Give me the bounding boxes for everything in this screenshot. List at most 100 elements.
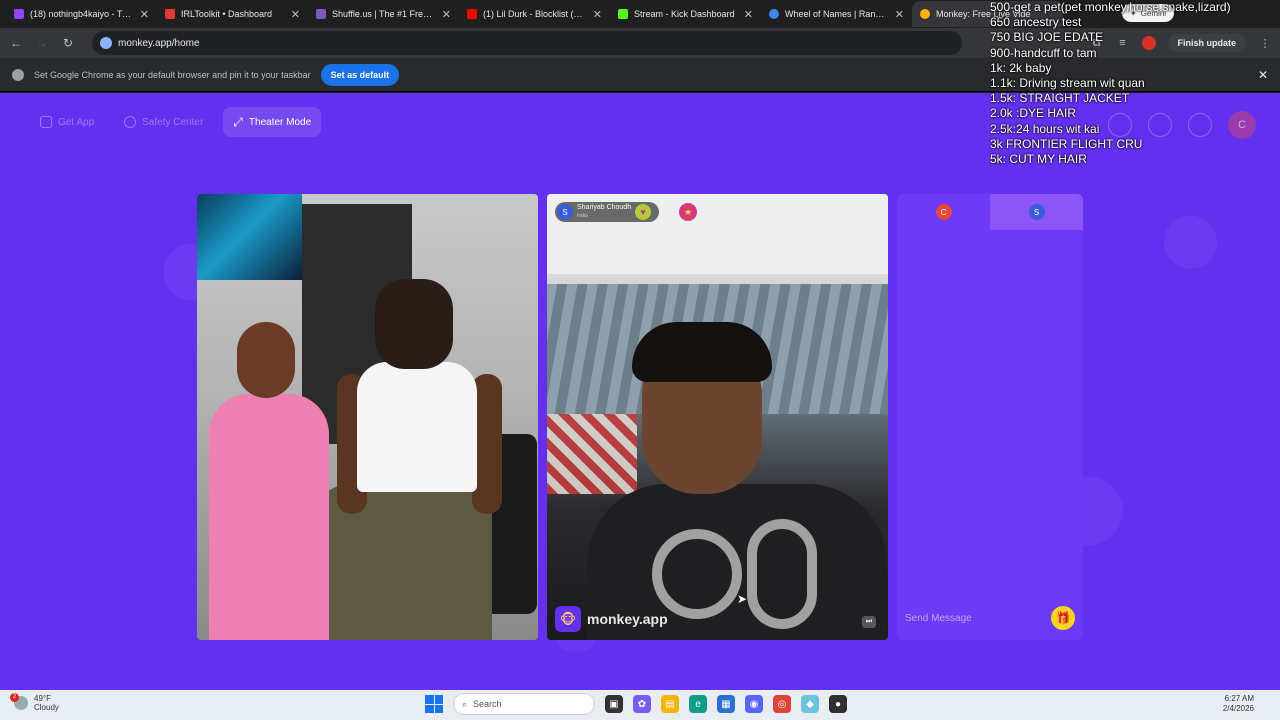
task-view-icon[interactable]: ▣ bbox=[605, 695, 623, 713]
stream-goals-overlay: 500-get a pet(pet monkey,horse,snake,liz… bbox=[990, 0, 1280, 167]
tab-twitch[interactable]: (18) nothingb4kaiyo - Twitch ✕ bbox=[6, 1, 157, 27]
chrome-icon bbox=[12, 68, 24, 81]
remote-user-country: India bbox=[577, 213, 588, 219]
tab-title: Wheel of Names | Random n bbox=[785, 9, 889, 19]
wheel-favicon-icon bbox=[769, 9, 779, 19]
goal-line: 3k FRONTIER FLIGHT CRU bbox=[990, 136, 1143, 151]
get-app-label: Get App bbox=[58, 116, 95, 128]
goal-line: 5k: CUT MY HAIR bbox=[990, 152, 1087, 167]
person-a-head bbox=[237, 322, 295, 398]
remote-video: S Shariyab Choudh India ♥ ★ 🐵 monkey.app… bbox=[547, 194, 888, 640]
chat-panel: C S Send Message 🎁 bbox=[897, 194, 1083, 640]
infobar-message: Set Google Chrome as your default browse… bbox=[34, 69, 311, 80]
close-tab-icon[interactable]: ✕ bbox=[442, 8, 451, 21]
search-icon: ⌕ bbox=[462, 698, 468, 709]
remote-user-info: Shariyab Choudh India bbox=[577, 204, 631, 220]
close-tab-icon[interactable]: ✕ bbox=[140, 8, 149, 21]
back-arrow-icon[interactable]: ← bbox=[8, 35, 24, 51]
kick-favicon-icon bbox=[618, 9, 628, 19]
address-bar[interactable]: monkey.app/home bbox=[92, 31, 962, 55]
clock-date: 2/4/2026 bbox=[1222, 704, 1254, 713]
goal-line: 500-get a pet(pet monkey,horse,snake,liz… bbox=[990, 0, 1231, 14]
chat-tab-self[interactable]: C bbox=[897, 194, 990, 230]
mouse-cursor-icon: ➤ bbox=[737, 592, 748, 606]
chat-tab-remote[interactable]: S bbox=[990, 194, 1083, 230]
notification-badge: 2 bbox=[10, 693, 19, 702]
set-as-default-button[interactable]: Set as default bbox=[320, 63, 400, 86]
tab-title: Shuffle.us | The #1 Free to Pl bbox=[332, 9, 436, 19]
copilot-icon[interactable]: ✿ bbox=[633, 695, 651, 713]
get-app-button[interactable]: Get App bbox=[30, 107, 104, 137]
clock-time: 6:27 AM bbox=[1224, 694, 1254, 703]
shield-icon bbox=[124, 116, 137, 128]
tab-youtube[interactable]: (1) Lil Durk - Blocklist (Officia ✕ bbox=[459, 1, 610, 27]
forward-arrow-icon[interactable]: → bbox=[34, 35, 50, 51]
phone-icon bbox=[40, 116, 52, 128]
remote-avatar: S bbox=[1028, 204, 1045, 220]
safety-center-label: Safety Center bbox=[142, 116, 204, 128]
discord-icon[interactable]: ◉ bbox=[745, 695, 763, 713]
remote-user-avatar: S bbox=[557, 204, 573, 220]
tab-title: IRLToolkit • Dashboard bbox=[181, 9, 273, 19]
goal-line: 750 BIG JOE EDATE bbox=[990, 30, 1104, 45]
weather-temp: 49°F bbox=[34, 694, 51, 703]
system-clock[interactable]: 6:27 AM 2/4/2026 bbox=[1223, 694, 1254, 714]
safety-center-button[interactable]: Safety Center bbox=[114, 107, 213, 137]
app-icon[interactable]: ◆ bbox=[801, 695, 819, 713]
theater-mode-label: Theater Mode bbox=[248, 116, 312, 128]
tab-shuffle[interactable]: Shuffle.us | The #1 Free to Pl ✕ bbox=[308, 1, 459, 27]
skip-icon[interactable]: ⏭ bbox=[862, 616, 876, 628]
expand-icon: ⤢ bbox=[233, 114, 243, 129]
close-tab-icon[interactable]: ✕ bbox=[593, 8, 602, 21]
monkey-favicon-icon bbox=[920, 9, 930, 19]
monkey-page: Get App Safety Center ⤢ Theater Mode C S… bbox=[0, 93, 1280, 690]
weather-desc: Cloudy bbox=[34, 703, 59, 712]
tab-wheel-of-names[interactable]: Wheel of Names | Random n ✕ bbox=[761, 1, 912, 27]
weather-widget[interactable]: 2 49°F Cloudy bbox=[10, 693, 59, 712]
obs-icon[interactable]: ● bbox=[829, 695, 847, 713]
taskbar-apps: ⌕ Search ▣ ✿ ▤ e ▦ ◉ ◎ ◆ ● bbox=[425, 693, 847, 715]
reload-icon[interactable]: ↻ bbox=[60, 35, 76, 51]
gift-badge-icon[interactable]: ★ bbox=[679, 203, 697, 221]
twitch-favicon-icon bbox=[14, 9, 24, 19]
site-info-icon[interactable] bbox=[100, 37, 112, 49]
tab-title: (18) nothingb4kaiyo - Twitch bbox=[30, 9, 134, 19]
windows-start-icon[interactable] bbox=[425, 695, 443, 713]
brand-watermark: 🐵 monkey.app bbox=[555, 606, 668, 632]
search-placeholder: Search bbox=[473, 699, 502, 709]
chat-header: C S bbox=[897, 194, 1083, 230]
taskbar-search[interactable]: ⌕ Search bbox=[453, 693, 595, 715]
gift-icon[interactable]: 🎁 bbox=[1051, 606, 1075, 630]
top-nav: Get App Safety Center ⤢ Theater Mode bbox=[30, 107, 322, 137]
person-b-head bbox=[375, 279, 453, 369]
hoodie-logo bbox=[747, 519, 817, 629]
close-tab-icon[interactable]: ✕ bbox=[291, 8, 300, 21]
close-tab-icon[interactable]: ✕ bbox=[895, 8, 904, 21]
remote-user-chip[interactable]: S Shariyab Choudh India ♥ bbox=[555, 202, 660, 222]
shuffle-favicon-icon bbox=[316, 9, 326, 19]
close-tab-icon[interactable]: ✕ bbox=[744, 8, 753, 21]
theater-mode-button[interactable]: ⤢ Theater Mode bbox=[223, 107, 322, 137]
heart-icon[interactable]: ♥ bbox=[635, 204, 652, 220]
wall-poster bbox=[197, 194, 302, 280]
windows-taskbar: 2 49°F Cloudy ⌕ Search ▣ ✿ ▤ e ▦ ◉ ◎ ◆ ●… bbox=[0, 690, 1280, 720]
message-input[interactable]: Send Message bbox=[905, 613, 972, 624]
tab-title: Stream - Kick Dashboard bbox=[634, 9, 735, 19]
self-avatar: C bbox=[935, 204, 952, 220]
monkey-logo-icon: 🐵 bbox=[555, 606, 581, 632]
person-a-outfit bbox=[209, 394, 329, 640]
pillow bbox=[547, 414, 637, 494]
goal-line: 2.5k:24 hours wit kai bbox=[990, 121, 1100, 136]
edge-icon[interactable]: e bbox=[689, 695, 707, 713]
tab-title: (1) Lil Durk - Blocklist (Officia bbox=[483, 9, 587, 19]
store-icon[interactable]: ▦ bbox=[717, 695, 735, 713]
chrome-taskbar-icon[interactable]: ◎ bbox=[773, 695, 791, 713]
tab-irltoolkit[interactable]: IRLToolkit • Dashboard ✕ bbox=[157, 1, 308, 27]
goal-line: 1.5k: STRAIGHT JACKET bbox=[990, 91, 1130, 106]
file-explorer-icon[interactable]: ▤ bbox=[661, 695, 679, 713]
local-video bbox=[197, 194, 538, 640]
goal-line: 1k: 2k baby bbox=[990, 60, 1052, 75]
chat-input-row: Send Message 🎁 bbox=[897, 596, 1083, 640]
weather-text: 49°F Cloudy bbox=[34, 694, 59, 712]
tab-kick[interactable]: Stream - Kick Dashboard ✕ bbox=[610, 1, 761, 27]
